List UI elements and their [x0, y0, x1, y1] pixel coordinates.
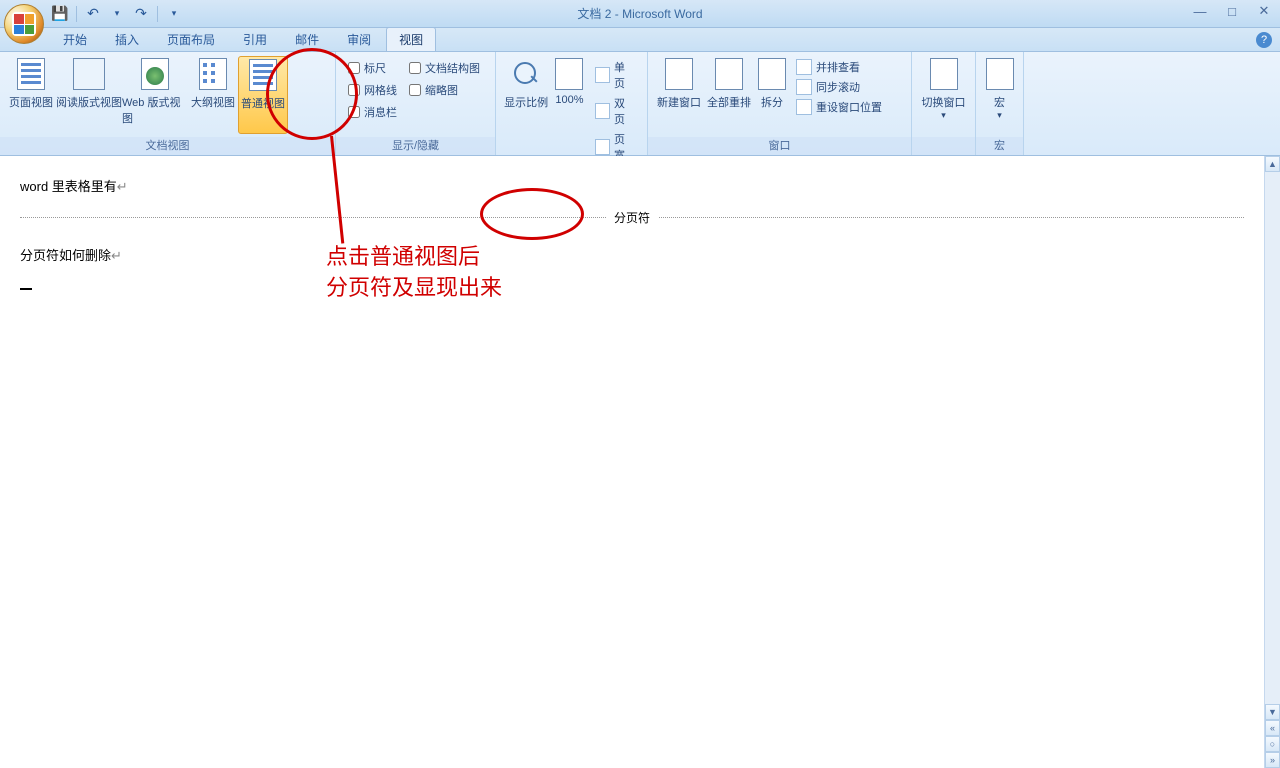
- zoom-100-button[interactable]: 100%: [550, 56, 589, 106]
- scroll-up-icon[interactable]: ▲: [1265, 156, 1280, 172]
- qat-customize-icon[interactable]: ▾: [164, 4, 184, 24]
- help-icon[interactable]: ?: [1256, 32, 1272, 48]
- close-icon[interactable]: ✕: [1252, 2, 1276, 20]
- minimize-icon[interactable]: —: [1188, 2, 1212, 20]
- window-title: 文档 2 - Microsoft Word: [577, 5, 702, 22]
- check-gridlines[interactable]: 网格线: [348, 82, 397, 98]
- chevron-down-icon: ▾: [997, 110, 1002, 121]
- tab-mailings[interactable]: 邮件: [282, 27, 332, 51]
- sync-scroll-button[interactable]: 同步滚动: [794, 78, 886, 96]
- zoom-button[interactable]: 显示比例: [502, 56, 550, 110]
- vertical-scrollbar[interactable]: ▲ ▼ « ○ »: [1264, 156, 1280, 768]
- page-break-label: 分页符: [606, 209, 658, 226]
- save-icon[interactable]: 💾: [50, 4, 70, 24]
- group-label-window: 窗口: [648, 137, 911, 155]
- check-docmap[interactable]: 文档结构图: [409, 60, 480, 76]
- tab-home[interactable]: 开始: [50, 27, 100, 51]
- reset-window-button[interactable]: 重设窗口位置: [794, 98, 886, 116]
- document-area[interactable]: word 里表格里有↵ 分页符 分页符如何删除↵: [0, 156, 1264, 768]
- split-button[interactable]: 拆分: [754, 56, 790, 110]
- undo-dropdown-icon[interactable]: ▾: [107, 4, 127, 24]
- office-button[interactable]: [4, 4, 44, 44]
- text-cursor: [20, 288, 32, 290]
- side-by-side-button[interactable]: 并排查看: [794, 58, 886, 76]
- title-bar: 💾 ↶ ▾ ↷ ▾ 文档 2 - Microsoft Word — □ ✕: [0, 0, 1280, 28]
- group-label-macros: 宏: [976, 137, 1023, 155]
- maximize-icon[interactable]: □: [1220, 2, 1244, 20]
- tab-review[interactable]: 审阅: [334, 27, 384, 51]
- prev-page-icon[interactable]: «: [1265, 720, 1280, 736]
- check-ruler[interactable]: 标尺: [348, 60, 397, 76]
- tab-pagelayout[interactable]: 页面布局: [154, 27, 228, 51]
- reading-layout-button[interactable]: 阅读版式视图: [56, 56, 122, 110]
- one-page-button[interactable]: 单页: [593, 58, 637, 92]
- ribbon-tabs: 开始 插入 页面布局 引用 邮件 审阅 视图 ?: [0, 28, 1280, 52]
- new-window-button[interactable]: 新建窗口: [654, 56, 704, 110]
- web-layout-button[interactable]: Web 版式视图: [122, 56, 188, 126]
- group-label-showhide: 显示/隐藏: [336, 137, 495, 155]
- tab-insert[interactable]: 插入: [102, 27, 152, 51]
- undo-icon[interactable]: ↶: [83, 4, 103, 24]
- page-break-indicator[interactable]: 分页符: [20, 207, 1244, 227]
- print-layout-button[interactable]: 页面视图: [6, 56, 56, 110]
- check-messagebar[interactable]: 消息栏: [348, 104, 397, 120]
- tab-view[interactable]: 视图: [386, 27, 436, 51]
- browse-object-icon[interactable]: ○: [1265, 736, 1280, 752]
- paragraph[interactable]: 分页符如何删除↵: [20, 245, 1244, 264]
- two-page-button[interactable]: 双页: [593, 94, 637, 128]
- quick-access-toolbar: 💾 ↶ ▾ ↷ ▾: [50, 4, 184, 24]
- macros-button[interactable]: 宏▾: [982, 56, 1017, 121]
- scroll-down-icon[interactable]: ▼: [1265, 704, 1280, 720]
- chevron-down-icon: ▾: [941, 110, 946, 121]
- group-label-switch: [912, 137, 975, 155]
- group-label-docviews: 文档视图: [0, 137, 335, 155]
- switch-window-button[interactable]: 切换窗口▾: [918, 56, 969, 121]
- paragraph[interactable]: word 里表格里有↵: [20, 176, 1244, 195]
- normal-view-button[interactable]: 普通视图: [238, 56, 288, 134]
- redo-icon[interactable]: ↷: [131, 4, 151, 24]
- check-thumbnails[interactable]: 缩略图: [409, 82, 480, 98]
- arrange-all-button[interactable]: 全部重排: [704, 56, 754, 110]
- tab-references[interactable]: 引用: [230, 27, 280, 51]
- next-page-icon[interactable]: »: [1265, 752, 1280, 768]
- outline-button[interactable]: 大纲视图: [188, 56, 238, 110]
- ribbon: 页面视图 阅读版式视图 Web 版式视图 大纲视图 普通视图 文档视图 标尺 网…: [0, 52, 1280, 156]
